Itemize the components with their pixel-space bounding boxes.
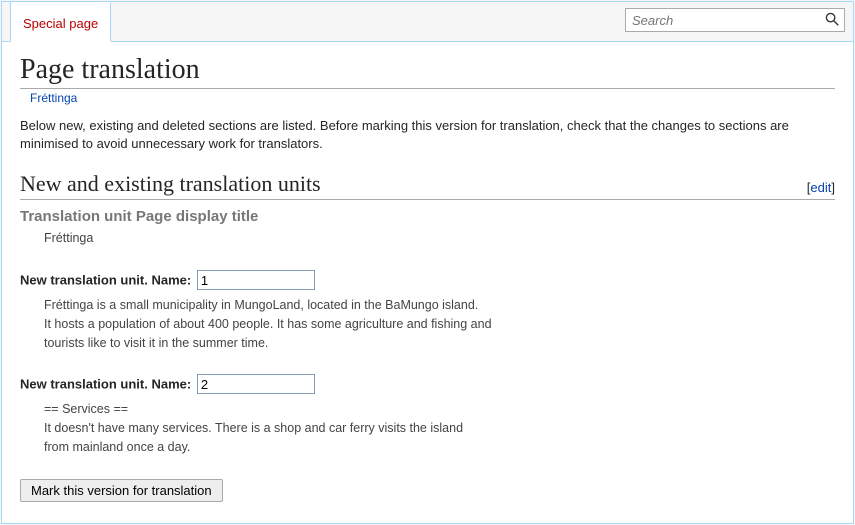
page-root: Special page Page translation Fréttinga … xyxy=(1,1,854,524)
unit2-line1: == Services == xyxy=(44,402,128,416)
unit2-body: == Services == It doesn't have many serv… xyxy=(44,400,835,456)
unit2-line3: from mainland once a day. xyxy=(44,440,190,454)
tab-special-page[interactable]: Special page xyxy=(10,2,111,42)
edit-section: [edit] xyxy=(807,180,835,195)
unit1-label-row: New translation unit. Name: xyxy=(20,270,835,290)
breadcrumb: Fréttinga xyxy=(30,91,835,105)
unit1-name-input[interactable] xyxy=(197,270,315,290)
search-input[interactable] xyxy=(626,11,820,30)
section-heading: New and existing translation units [edit… xyxy=(20,171,835,200)
mark-for-translation-button[interactable]: Mark this version for translation xyxy=(20,479,223,502)
unit1-label: New translation unit. Name: xyxy=(20,273,191,288)
page-title: Page translation xyxy=(20,54,835,89)
unit1-body: Fréttinga is a small municipality in Mun… xyxy=(44,296,835,352)
search-box xyxy=(625,8,845,32)
edit-link[interactable]: edit xyxy=(810,180,831,195)
unit1-line3: tourists like to visit it in the summer … xyxy=(44,336,268,350)
unit2-name-input[interactable] xyxy=(197,374,315,394)
unit2-label: New translation unit. Name: xyxy=(20,377,191,392)
intro-text: Below new, existing and deleted sections… xyxy=(20,117,835,153)
breadcrumb-link[interactable]: Fréttinga xyxy=(30,91,77,105)
unit-title-display: Translation unit Page display title xyxy=(20,208,835,225)
tab-label: Special page xyxy=(23,16,98,31)
unit2-label-row: New translation unit. Name: xyxy=(20,374,835,394)
unit-body-display: Fréttinga xyxy=(44,229,835,248)
top-bar: Special page xyxy=(2,2,853,42)
unit2-line2: It doesn't have many services. There is … xyxy=(44,421,463,435)
unit1-line1: Fréttinga is a small municipality in Mun… xyxy=(44,298,478,312)
content-area: Page translation Fréttinga Below new, ex… xyxy=(2,42,853,520)
section-heading-text: New and existing translation units xyxy=(20,171,321,196)
unit1-line2: It hosts a population of about 400 peopl… xyxy=(44,317,492,331)
search-icon[interactable] xyxy=(820,12,844,29)
